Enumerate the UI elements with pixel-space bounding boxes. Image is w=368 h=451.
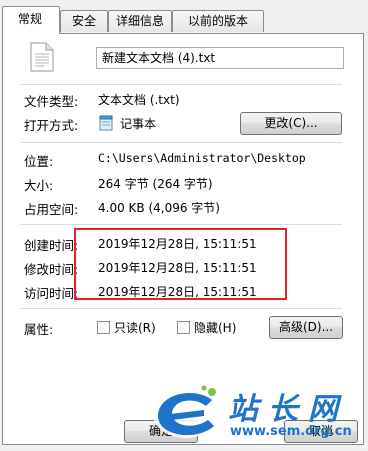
modified-label: 修改时间: xyxy=(24,262,79,277)
readonly-checkbox[interactable] xyxy=(97,321,110,334)
properties-dialog: 常规 安全 详细信息 以前的版本 新建文本文档 (4).txt 文件类型: 文本… xyxy=(0,0,368,451)
readonly-label[interactable]: 只读(R) xyxy=(114,319,156,336)
divider xyxy=(20,224,342,225)
advanced-button-label: 高级(D)... xyxy=(278,320,334,334)
file-name-value: 新建文本文档 (4).txt xyxy=(102,51,216,65)
highlight-box xyxy=(74,228,287,300)
size-value: 264 字节 (264 字节) xyxy=(98,177,213,191)
attributes-label: 属性: xyxy=(24,322,54,337)
accessed-label: 访问时间: xyxy=(24,286,79,301)
tab-details[interactable]: 详细信息 xyxy=(108,10,172,32)
size-on-disk-value: 4.00 KB (4,096 字节) xyxy=(98,201,220,215)
size-label: 大小: xyxy=(24,178,54,193)
divider xyxy=(20,142,342,143)
watermark-url: www.sem.org.cn xyxy=(230,424,352,439)
hidden-label[interactable]: 隐藏(H) xyxy=(194,319,236,336)
size-on-disk-label: 占用空间: xyxy=(24,202,79,217)
divider xyxy=(20,308,342,309)
opens-with-label: 打开方式: xyxy=(24,118,79,133)
notepad-icon xyxy=(99,115,114,131)
watermark-brand: 站长网 xyxy=(228,392,348,427)
tab-previous-versions[interactable]: 以前的版本 xyxy=(172,10,264,32)
tab-bar: 常规 安全 详细信息 以前的版本 xyxy=(0,0,368,34)
text-file-icon xyxy=(30,42,54,72)
watermark-logo-icon xyxy=(150,380,224,442)
file-type-value: 文本文档 (.txt) xyxy=(98,93,180,107)
advanced-button[interactable]: 高级(D)... xyxy=(269,316,343,339)
file-name-field[interactable]: 新建文本文档 (4).txt xyxy=(96,47,344,69)
tab-security[interactable]: 安全 xyxy=(60,10,108,32)
change-button[interactable]: 更改(C)... xyxy=(240,112,342,135)
file-type-label: 文件类型: xyxy=(24,94,79,109)
opens-with-app: 记事本 xyxy=(120,117,157,131)
divider xyxy=(20,84,342,85)
tab-general[interactable]: 常规 xyxy=(2,6,60,34)
location-value: C:\Users\Administrator\Desktop xyxy=(98,151,306,165)
location-label: 位置: xyxy=(24,154,54,169)
hidden-checkbox[interactable] xyxy=(177,321,190,334)
created-label: 创建时间: xyxy=(24,238,79,253)
change-button-label: 更改(C)... xyxy=(264,116,318,130)
